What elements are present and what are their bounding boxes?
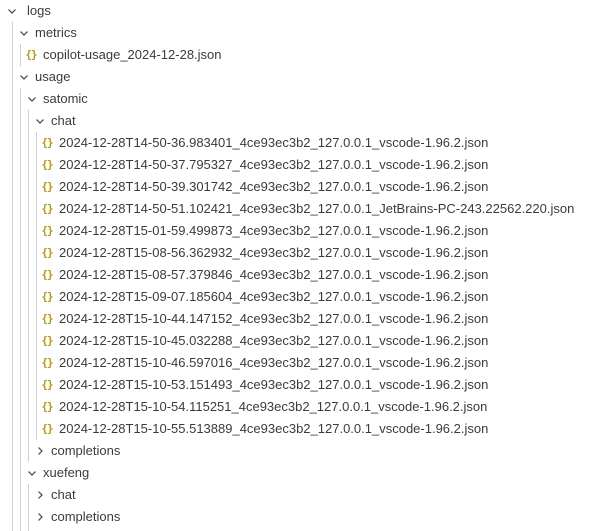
- chevron-down-icon: [24, 88, 40, 110]
- file-label: 2024-12-28T14-50-39.301742_4ce93ec3b2_12…: [59, 179, 489, 194]
- tree-file[interactable]: {} 2024-12-28T15-10-46.597016_4ce93ec3b2…: [0, 352, 592, 374]
- json-file-icon: {}: [41, 422, 53, 435]
- file-label: copilot-usage_2024-12-28.json: [43, 47, 222, 62]
- tree-file[interactable]: {} 2024-12-28T15-09-07.185604_4ce93ec3b2…: [0, 286, 592, 308]
- json-file-icon: {}: [41, 268, 53, 281]
- tree-folder-satomic-completions[interactable]: completions: [0, 440, 592, 462]
- file-label: 2024-12-28T15-10-53.151493_4ce93ec3b2_12…: [59, 377, 489, 392]
- json-file-icon: {}: [25, 48, 37, 61]
- json-file-icon: {}: [41, 356, 53, 369]
- tree-file[interactable]: {} 2024-12-28T14-50-39.301742_4ce93ec3b2…: [0, 176, 592, 198]
- folder-label: xuefeng: [43, 465, 90, 480]
- chevron-right-icon: [32, 506, 48, 528]
- chevron-down-icon: [24, 462, 40, 484]
- folder-label: satomic: [43, 91, 88, 106]
- folder-label: chat: [51, 113, 76, 128]
- file-label: 2024-12-28T15-08-57.379846_4ce93ec3b2_12…: [59, 267, 489, 282]
- folder-label: completions: [51, 509, 121, 524]
- file-label: 2024-12-28T15-10-55.513889_4ce93ec3b2_12…: [59, 421, 489, 436]
- folder-label: usage: [35, 69, 71, 84]
- folder-label: logs: [27, 3, 51, 18]
- tree-file[interactable]: {} 2024-12-28T15-10-44.147152_4ce93ec3b2…: [0, 308, 592, 330]
- json-file-icon: {}: [41, 246, 53, 259]
- file-label: 2024-12-28T15-10-54.115251_4ce93ec3b2_12…: [59, 399, 488, 414]
- tree-file[interactable]: {} 2024-12-28T15-08-56.362932_4ce93ec3b2…: [0, 242, 592, 264]
- json-file-icon: {}: [41, 334, 53, 347]
- chevron-right-icon: [32, 440, 48, 462]
- file-label: 2024-12-28T15-01-59.499873_4ce93ec3b2_12…: [59, 223, 489, 238]
- chevron-down-icon: [16, 22, 32, 44]
- chevron-right-icon: [32, 484, 48, 506]
- tree-file[interactable]: {} 2024-12-28T15-10-55.513889_4ce93ec3b2…: [0, 418, 592, 440]
- tree-folder-metrics[interactable]: metrics: [0, 22, 592, 44]
- file-label: 2024-12-28T15-10-45.032288_4ce93ec3b2_12…: [59, 333, 489, 348]
- json-file-icon: {}: [41, 202, 53, 215]
- tree-folder-xuefeng-chat[interactable]: chat: [0, 484, 592, 506]
- tree-file[interactable]: {} copilot-usage_2024-12-28.json: [0, 44, 592, 66]
- tree-folder-logs[interactable]: logs: [0, 0, 592, 22]
- file-label: 2024-12-28T14-50-37.795327_4ce93ec3b2_12…: [59, 157, 489, 172]
- tree-file[interactable]: {} 2024-12-28T15-10-54.115251_4ce93ec3b2…: [0, 396, 592, 418]
- chevron-down-icon: [32, 110, 48, 132]
- tree-file[interactable]: {} 2024-12-28T15-08-57.379846_4ce93ec3b2…: [0, 264, 592, 286]
- file-label: 2024-12-28T14-50-36.983401_4ce93ec3b2_12…: [59, 135, 489, 150]
- file-label: 2024-12-28T15-09-07.185604_4ce93ec3b2_12…: [59, 289, 489, 304]
- file-label: 2024-12-28T15-10-46.597016_4ce93ec3b2_12…: [59, 355, 489, 370]
- tree-folder-satomic[interactable]: satomic: [0, 88, 592, 110]
- file-label: 2024-12-28T15-08-56.362932_4ce93ec3b2_12…: [59, 245, 489, 260]
- chevron-down-icon: [4, 0, 20, 22]
- json-file-icon: {}: [41, 400, 53, 413]
- json-file-icon: {}: [41, 136, 53, 149]
- folder-label: completions: [51, 443, 121, 458]
- json-file-icon: {}: [41, 224, 53, 237]
- json-file-icon: {}: [41, 312, 53, 325]
- json-file-icon: {}: [41, 290, 53, 303]
- json-file-icon: {}: [41, 378, 53, 391]
- tree-folder-usage[interactable]: usage: [0, 66, 592, 88]
- chevron-down-icon: [16, 66, 32, 88]
- file-label: 2024-12-28T15-10-44.147152_4ce93ec3b2_12…: [59, 311, 489, 326]
- tree-folder-satomic-chat[interactable]: chat: [0, 110, 592, 132]
- tree-folder-xuefeng-completions[interactable]: completions: [0, 506, 592, 528]
- tree-file[interactable]: {} 2024-12-28T14-50-51.102421_4ce93ec3b2…: [0, 198, 592, 220]
- file-explorer-tree: logs metrics {} copilot-usage_2024-12-28…: [0, 0, 592, 531]
- json-file-icon: {}: [41, 180, 53, 193]
- tree-file[interactable]: {} 2024-12-28T15-10-53.151493_4ce93ec3b2…: [0, 374, 592, 396]
- tree-file[interactable]: {} 2024-12-28T14-50-37.795327_4ce93ec3b2…: [0, 154, 592, 176]
- tree-folder-xuefeng[interactable]: xuefeng: [0, 462, 592, 484]
- folder-label: chat: [51, 487, 76, 502]
- tree-file[interactable]: {} 2024-12-28T15-01-59.499873_4ce93ec3b2…: [0, 220, 592, 242]
- tree-file[interactable]: {} 2024-12-28T15-10-45.032288_4ce93ec3b2…: [0, 330, 592, 352]
- json-file-icon: {}: [41, 158, 53, 171]
- file-label: 2024-12-28T14-50-51.102421_4ce93ec3b2_12…: [59, 201, 575, 216]
- tree-file[interactable]: {} 2024-12-28T14-50-36.983401_4ce93ec3b2…: [0, 132, 592, 154]
- folder-label: metrics: [35, 25, 77, 40]
